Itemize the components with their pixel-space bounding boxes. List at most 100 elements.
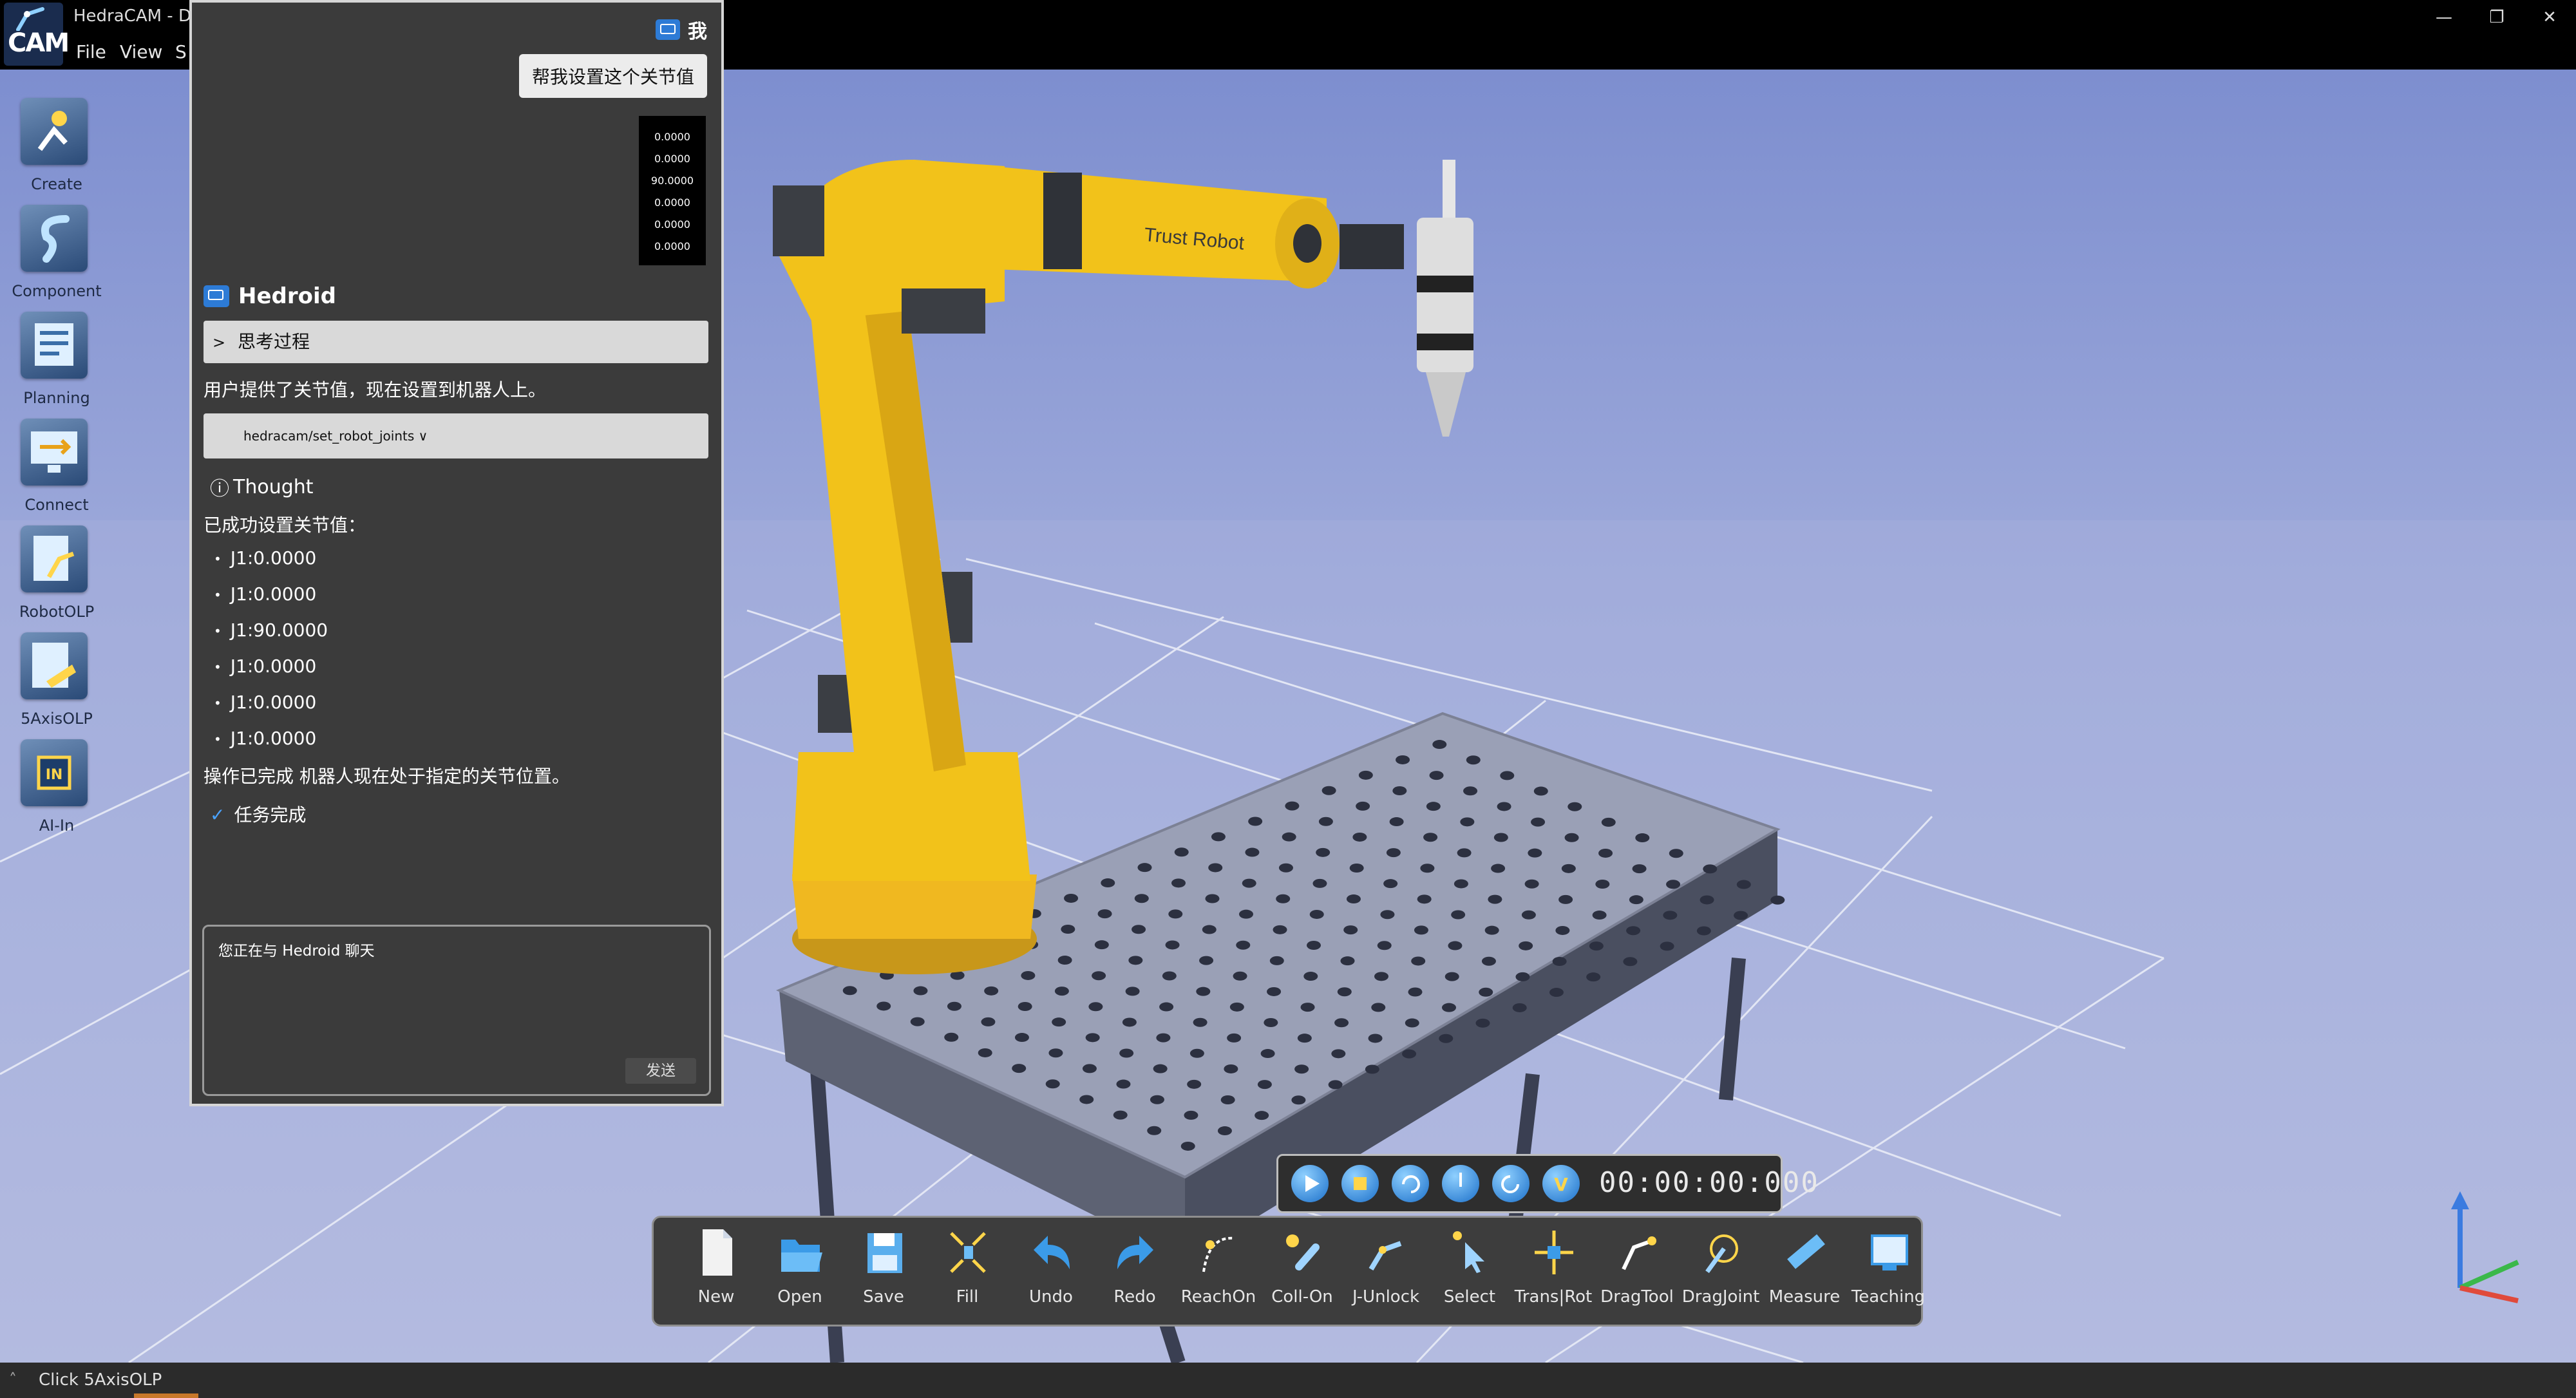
trans-rot-label: Trans|Rot (1514, 1287, 1593, 1307)
task-done-label: 任务完成 (234, 804, 307, 826)
table-hole (1282, 832, 1296, 842)
redo-button[interactable]: Redo (1093, 1227, 1177, 1323)
joint-unlock-button[interactable]: J-Unlock (1344, 1227, 1428, 1323)
table-hole (1334, 1018, 1349, 1028)
connect-tool[interactable]: Connect (0, 419, 113, 522)
table-hole (1448, 941, 1463, 950)
thinking-process-toggle[interactable]: > 思考过程 (204, 321, 708, 363)
menu-file[interactable]: File (76, 41, 106, 62)
table-hole (1156, 1033, 1171, 1043)
table-hole (1014, 1033, 1029, 1043)
user-avatar-icon (656, 19, 680, 40)
table-hole (1629, 895, 1643, 905)
table-hole (1153, 1064, 1168, 1073)
success-text: 已成功设置关节值： (204, 515, 366, 536)
menu-view[interactable]: View (120, 41, 162, 62)
stop-icon[interactable] (1341, 1165, 1379, 1202)
table-hole (1358, 770, 1373, 780)
thought-label: Thought (233, 475, 314, 498)
cursor-icon (1453, 1231, 1484, 1273)
table-hole (1386, 848, 1401, 858)
measure-button[interactable]: Measure (1763, 1227, 1846, 1323)
menu-s[interactable]: S (175, 41, 187, 62)
table-hole (1337, 987, 1352, 997)
bottom-toolbar: New Open Save Fill Undo Redo ReachOn Col… (652, 1216, 1925, 1327)
ai-in-tool[interactable]: IN AI-In (0, 739, 113, 842)
undo-button[interactable]: Undo (1009, 1227, 1093, 1323)
table-hole (1524, 879, 1539, 889)
drag-joint-icon (1705, 1234, 1738, 1274)
table-hole (1365, 1064, 1379, 1074)
table-hole (1061, 925, 1075, 934)
table-hole (1383, 879, 1398, 889)
table-hole (1307, 941, 1321, 950)
table-hole (1352, 832, 1367, 842)
bot-avatar-icon (204, 285, 229, 307)
new-button[interactable]: New (674, 1227, 758, 1323)
chat-input[interactable]: 您正在与 Hedroid 聊天 发送 (202, 925, 711, 1096)
reverse-icon[interactable] (1492, 1165, 1530, 1202)
table-hole (1187, 1079, 1202, 1089)
collision-on-button[interactable]: Coll-On (1260, 1227, 1344, 1323)
table-hole (1586, 972, 1601, 982)
playback-bar: V 00:00:00:000 (1276, 1154, 1818, 1213)
open-button[interactable]: Open (758, 1227, 842, 1323)
tool-call-dropdown[interactable]: hedracam/set_robot_joints ∨ (204, 413, 708, 458)
chevron-up-icon[interactable]: ˄ (9, 1372, 24, 1387)
loop-icon[interactable] (1392, 1165, 1429, 1202)
select-button[interactable]: Select (1428, 1227, 1511, 1323)
v-icon[interactable]: V (1542, 1165, 1580, 1202)
table-hole (1392, 786, 1407, 795)
close-button[interactable]: ✕ (2536, 4, 2563, 31)
table-hole (1396, 755, 1410, 764)
table-hole (1346, 894, 1361, 904)
table-hole (1199, 956, 1214, 965)
speed-icon[interactable] (1442, 1165, 1479, 1202)
table-hole (1128, 956, 1143, 965)
table-hole (1088, 1002, 1103, 1012)
table-hole (1229, 1002, 1244, 1012)
user-message: 帮我设置这个关节值 (518, 54, 707, 98)
robot-olp-tool[interactable]: RobotOLP (0, 525, 113, 628)
save-label: Save (863, 1287, 904, 1307)
table-hole (1417, 894, 1432, 904)
teaching-button[interactable]: Teaching (1846, 1227, 1930, 1323)
drag-joint-button[interactable]: DragJoint (1679, 1227, 1763, 1323)
planning-tool[interactable]: Planning (0, 312, 113, 415)
window-title: HedraCAM - D (73, 6, 191, 26)
minimize-button[interactable]: — (2430, 4, 2458, 31)
table-hole (1343, 925, 1358, 935)
collision-icon (1286, 1234, 1320, 1270)
user-name: 我 (688, 21, 707, 43)
create-tool[interactable]: Create (0, 98, 113, 201)
play-icon[interactable] (1291, 1165, 1329, 1202)
trans-rot-button[interactable]: Trans|Rot (1511, 1227, 1595, 1323)
restore-button[interactable]: ❐ (2483, 4, 2510, 31)
table-hole (1260, 1049, 1275, 1059)
table-hole (1211, 832, 1226, 842)
list-item: • J1:90.0000 (214, 619, 328, 641)
reach-on-button[interactable]: ReachOn (1177, 1227, 1260, 1323)
fill-button[interactable]: Fill (925, 1227, 1009, 1323)
save-button[interactable]: Save (842, 1227, 925, 1323)
component-tool[interactable]: Component (0, 205, 113, 308)
table-hole (1147, 1126, 1162, 1135)
table-hole (1303, 972, 1318, 981)
table-hole (1377, 941, 1392, 950)
table-hole (978, 1048, 992, 1057)
table-hole (1205, 894, 1220, 903)
connect-icon (21, 419, 88, 486)
five-axis-olp-tool[interactable]: 5AxisOLP (0, 632, 113, 735)
five-axis-olp-label: 5AxisOLP (21, 710, 93, 728)
table-hole (1515, 972, 1530, 981)
drag-tool-icon (1622, 1236, 1656, 1270)
list-item: • J1:0.0000 (214, 547, 317, 569)
table-hole (1318, 817, 1333, 826)
info-icon: ⓘ (210, 478, 229, 500)
table-hole (1285, 801, 1300, 811)
send-button[interactable]: 发送 (625, 1058, 696, 1084)
table-hole (1349, 864, 1364, 873)
table-hole (1196, 987, 1211, 996)
table-hole (1018, 1002, 1032, 1011)
drag-tool-button[interactable]: DragTool (1595, 1227, 1679, 1323)
